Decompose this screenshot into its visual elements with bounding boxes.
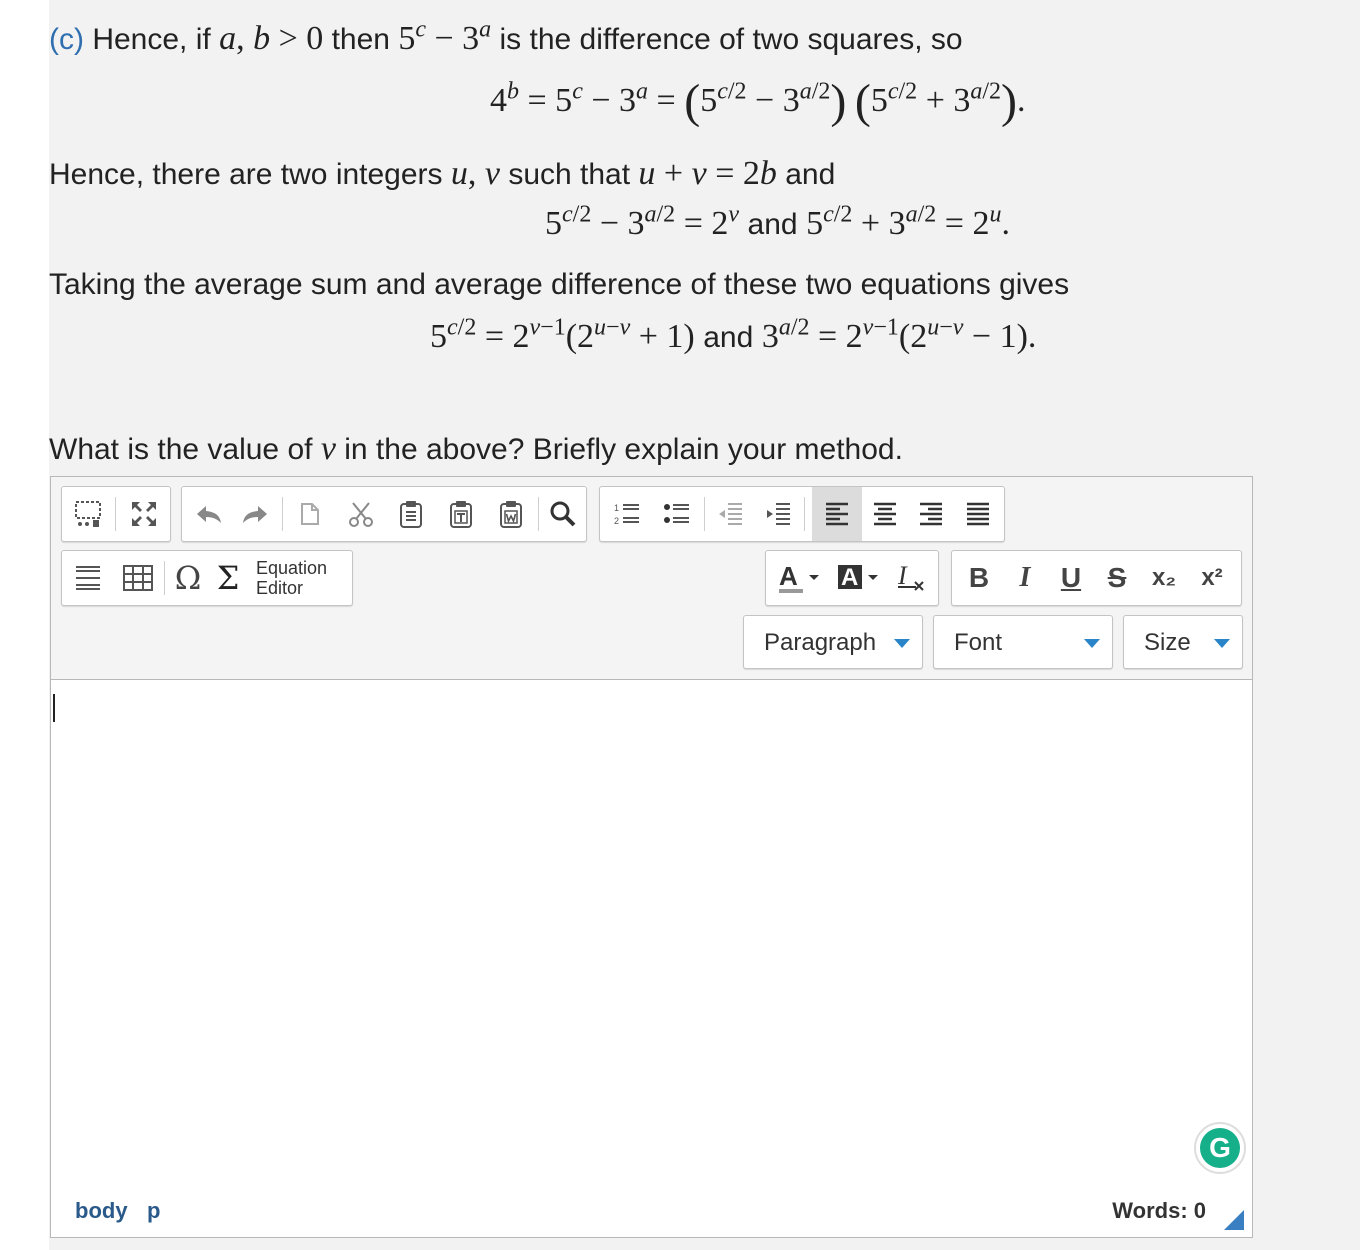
- line-1-text-b: then: [331, 23, 390, 56]
- math-5c-minus-3a: 5c − 3a: [398, 16, 492, 57]
- toolbar-group-paragraph: 12: [599, 486, 1005, 542]
- svg-text:I: I: [897, 562, 908, 590]
- toolbar-group-view: [61, 486, 171, 542]
- table-icon[interactable]: [114, 551, 162, 605]
- question-line: What is the value of v in the above? Bri…: [49, 430, 903, 468]
- copy-icon[interactable]: [386, 487, 436, 541]
- toolbar-group-clipboard: [181, 486, 587, 542]
- equation-editor-button[interactable]: Equation Editor: [256, 551, 342, 605]
- background-color-icon[interactable]: A: [832, 551, 886, 605]
- show-blocks-icon[interactable]: [62, 487, 114, 541]
- svg-text:2: 2: [614, 516, 619, 526]
- omega-icon[interactable]: Ω: [168, 551, 208, 605]
- line-2: Hence, there are two integers u, v such …: [49, 155, 835, 193]
- toolbar-group-insert: Ω Σ Equation Editor: [61, 550, 353, 606]
- sigma-icon[interactable]: Σ: [208, 551, 248, 605]
- line-3-text: Taking the average sum and average diffe…: [49, 268, 1070, 301]
- font-select[interactable]: Font: [933, 615, 1113, 669]
- align-center-icon[interactable]: [862, 487, 908, 541]
- paste-text-icon[interactable]: [436, 487, 486, 541]
- strikethrough-button[interactable]: S: [1094, 551, 1140, 605]
- paste-icon[interactable]: [286, 487, 336, 541]
- math-uv: u, v: [450, 155, 500, 192]
- path-body[interactable]: body: [75, 1198, 128, 1224]
- chevron-down-icon: [1214, 639, 1230, 648]
- equation-label-2: Editor: [256, 578, 304, 598]
- and-word-1: and: [747, 208, 798, 241]
- bulleted-list-icon[interactable]: [652, 487, 702, 541]
- italic-button[interactable]: I: [1002, 551, 1048, 605]
- numbered-list-icon[interactable]: 12: [602, 487, 652, 541]
- paragraph-select-label: Paragraph: [764, 629, 877, 656]
- line-1-text-a: Hence, if: [92, 23, 211, 56]
- equation-label-1: Equation: [256, 558, 328, 578]
- and-word-2: and: [703, 321, 754, 354]
- remove-format-icon[interactable]: I: [888, 551, 936, 605]
- cut-icon[interactable]: [336, 487, 386, 541]
- line-2-text: Hence, there are two integers: [49, 158, 443, 191]
- subscript-button[interactable]: x₂: [1140, 551, 1188, 605]
- display-equation-3: 5c/2 = 2v−1(2u−v + 1) and 3a/2 = 2v−1(2u…: [430, 314, 1037, 355]
- line-2-text-c: and: [785, 158, 836, 191]
- line-1-text-c: is the difference of two squares, so: [499, 23, 963, 56]
- display-equation-1: 4b = 5c − 3a = (5c/2 − 3a/2) (5c/2 + 3a/…: [490, 75, 1026, 128]
- chevron-down-icon: [1084, 639, 1100, 648]
- find-icon[interactable]: [540, 487, 586, 541]
- toolbar-group-styles: B I U S x₂ x²: [951, 550, 1242, 606]
- paste-word-icon[interactable]: [486, 487, 536, 541]
- editor-status-bar: body p Words: 0: [51, 1182, 1252, 1236]
- indent-icon[interactable]: [754, 487, 802, 541]
- maximize-icon[interactable]: [118, 487, 170, 541]
- line-1: (c) Hence, if a, b > 0 then 5c − 3a is t…: [49, 16, 963, 58]
- math-u-plus-v: u + v = 2b: [638, 155, 777, 192]
- word-count: Words: 0: [1112, 1198, 1206, 1223]
- question-text: What is the value of: [49, 433, 313, 466]
- display-equation-2: 5c/2 − 3a/2 = 2v and 5c/2 + 3a/2 = 2u.: [545, 201, 1010, 242]
- align-left-icon[interactable]: [812, 487, 862, 541]
- svg-text:A: A: [841, 564, 858, 591]
- toolbar-group-colors: A A I: [765, 550, 939, 606]
- path-p[interactable]: p: [147, 1198, 160, 1224]
- size-select-label: Size: [1144, 629, 1191, 656]
- math-ab-positive: a, b > 0: [219, 20, 324, 57]
- paragraph-select[interactable]: Paragraph: [743, 615, 923, 669]
- math-v: v: [320, 430, 336, 467]
- editor-text-area[interactable]: [51, 680, 1252, 1180]
- horizontal-rule-icon[interactable]: [62, 551, 114, 605]
- justify-icon[interactable]: [954, 487, 1002, 541]
- resize-handle-icon[interactable]: [1224, 1210, 1244, 1230]
- svg-text:A: A: [779, 561, 798, 591]
- text-color-icon[interactable]: A: [772, 551, 828, 605]
- part-label: (c): [49, 23, 84, 56]
- svg-text:1: 1: [614, 503, 619, 513]
- size-select[interactable]: Size: [1123, 615, 1243, 669]
- text-caret: [53, 694, 55, 722]
- editor-toolbar: 12 Ω Σ Equation Editor A A I B I U S x₂ …: [51, 477, 1252, 680]
- redo-icon[interactable]: [232, 487, 278, 541]
- line-3: Taking the average sum and average diffe…: [49, 268, 1069, 302]
- line-2-text-b: such that: [508, 158, 631, 191]
- undo-icon[interactable]: [186, 487, 232, 541]
- font-select-label: Font: [954, 629, 1003, 656]
- chevron-down-icon: [894, 639, 910, 648]
- outdent-icon[interactable]: [706, 487, 754, 541]
- superscript-button[interactable]: x²: [1188, 551, 1236, 605]
- align-right-icon[interactable]: [908, 487, 954, 541]
- grammarly-icon: G: [1200, 1128, 1240, 1168]
- grammarly-button[interactable]: G: [1194, 1122, 1246, 1174]
- question-text-b: in the above? Briefly explain your metho…: [344, 433, 903, 466]
- underline-button[interactable]: U: [1048, 551, 1094, 605]
- bold-button[interactable]: B: [956, 551, 1002, 605]
- rich-text-editor: 12 Ω Σ Equation Editor A A I B I U S x₂ …: [50, 476, 1253, 1238]
